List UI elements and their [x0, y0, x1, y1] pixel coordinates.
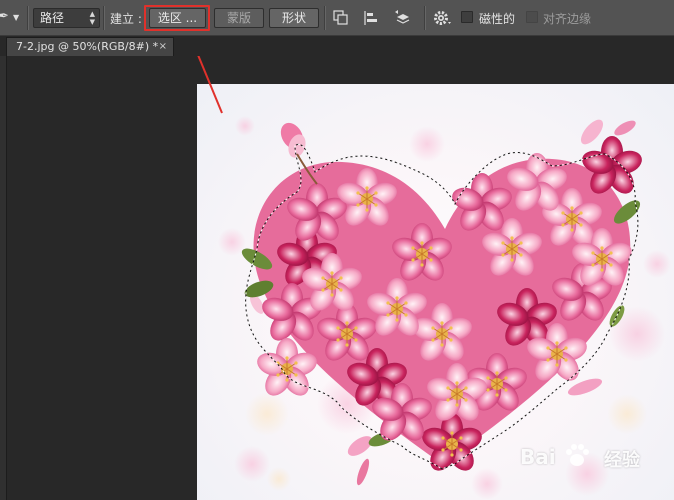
divider	[27, 6, 29, 30]
tool-preset-picker[interactable]: ✒ ▼	[0, 9, 22, 27]
make-shape-button[interactable]: 形状	[269, 8, 319, 28]
magnetic-checkbox[interactable]	[461, 11, 473, 23]
document-tab-bar: 7-2.jpg @ 50%(RGB/8#) * ×	[0, 36, 674, 56]
path-alignment-icon[interactable]	[362, 9, 380, 27]
make-label: 建立 :	[110, 12, 142, 26]
pen-tool-icon: ✒	[0, 9, 9, 24]
workspace: Bai 经验	[0, 56, 674, 500]
divider	[424, 6, 426, 30]
options-bar: ✒ ▼ 路径 ▲ ▼ 建立 : 选区 ... 蒙版 形状 磁性的 对齐边缘	[0, 0, 674, 36]
path-arrangement-icon[interactable]	[393, 9, 411, 27]
make-mask-button[interactable]: 蒙版	[214, 8, 264, 28]
watermark-text-right: 经验	[604, 450, 640, 471]
align-edges-label: 对齐边缘	[543, 12, 592, 26]
chevron-down-icon: ▼	[13, 13, 20, 22]
align-edges-checkbox[interactable]	[526, 11, 538, 23]
divider	[103, 6, 105, 30]
baidu-watermark: Bai 经验	[520, 438, 670, 478]
path-operations-icon[interactable]	[332, 9, 350, 27]
path-mode-select[interactable]: 路径 ▲ ▼	[33, 8, 100, 28]
document-tab-title: 7-2.jpg @ 50%(RGB/8#) *	[16, 40, 159, 53]
annotation-highlight-box	[144, 5, 210, 31]
divider	[324, 6, 326, 30]
path-mode-value: 路径	[40, 11, 65, 25]
updown-arrows-icon: ▲ ▼	[89, 10, 95, 26]
paw-logo-icon	[566, 444, 589, 466]
gear-icon[interactable]	[432, 9, 451, 27]
close-icon[interactable]: ×	[159, 38, 167, 56]
magnetic-label: 磁性的	[479, 12, 516, 26]
tab-document[interactable]: 7-2.jpg @ 50%(RGB/8#) * ×	[6, 37, 174, 56]
tools-panel-edge	[0, 56, 7, 500]
watermark-text-left: Bai	[520, 445, 556, 469]
